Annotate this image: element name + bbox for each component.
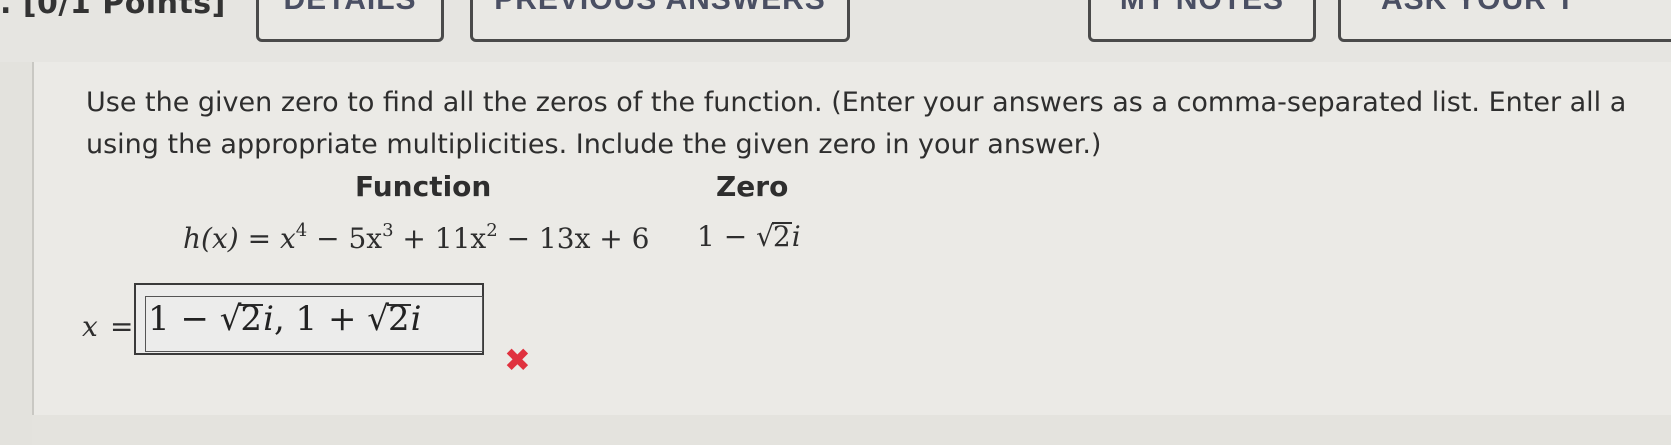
given-zero: 1 − √2i	[697, 220, 801, 253]
answer-variable-label: x	[82, 310, 98, 343]
zero-column-header: Zero	[716, 170, 789, 203]
wrong-x-icon: ✖	[504, 341, 531, 379]
points-label: . [0/1 Points]	[0, 0, 226, 21]
answer-equals-sign: =	[110, 310, 134, 343]
question-instructions: Use the given zero to find all the zeros…	[86, 82, 1671, 166]
previous-answers-button[interactable]: PREVIOUS ANSWERS	[470, 0, 850, 42]
function-lhs: h(x)	[183, 222, 239, 255]
answer-input[interactable]: 1 − √2i, 1 + √2i	[134, 283, 484, 355]
instruction-line-1: Use the given zero to find all the zeros…	[86, 87, 1627, 118]
details-button[interactable]: DETAILS	[256, 0, 444, 42]
my-notes-button[interactable]: MY NOTES	[1088, 0, 1316, 42]
function-expression: h(x) = x4 − 5x3 + 11x2 − 13x + 6	[183, 220, 650, 255]
panel-bottom-strip	[32, 415, 1671, 445]
ask-teacher-button[interactable]: ASK YOUR T	[1338, 0, 1671, 42]
instruction-line-2: using the appropriate multiplicities. In…	[86, 129, 1102, 160]
function-column-header: Function	[355, 170, 492, 203]
